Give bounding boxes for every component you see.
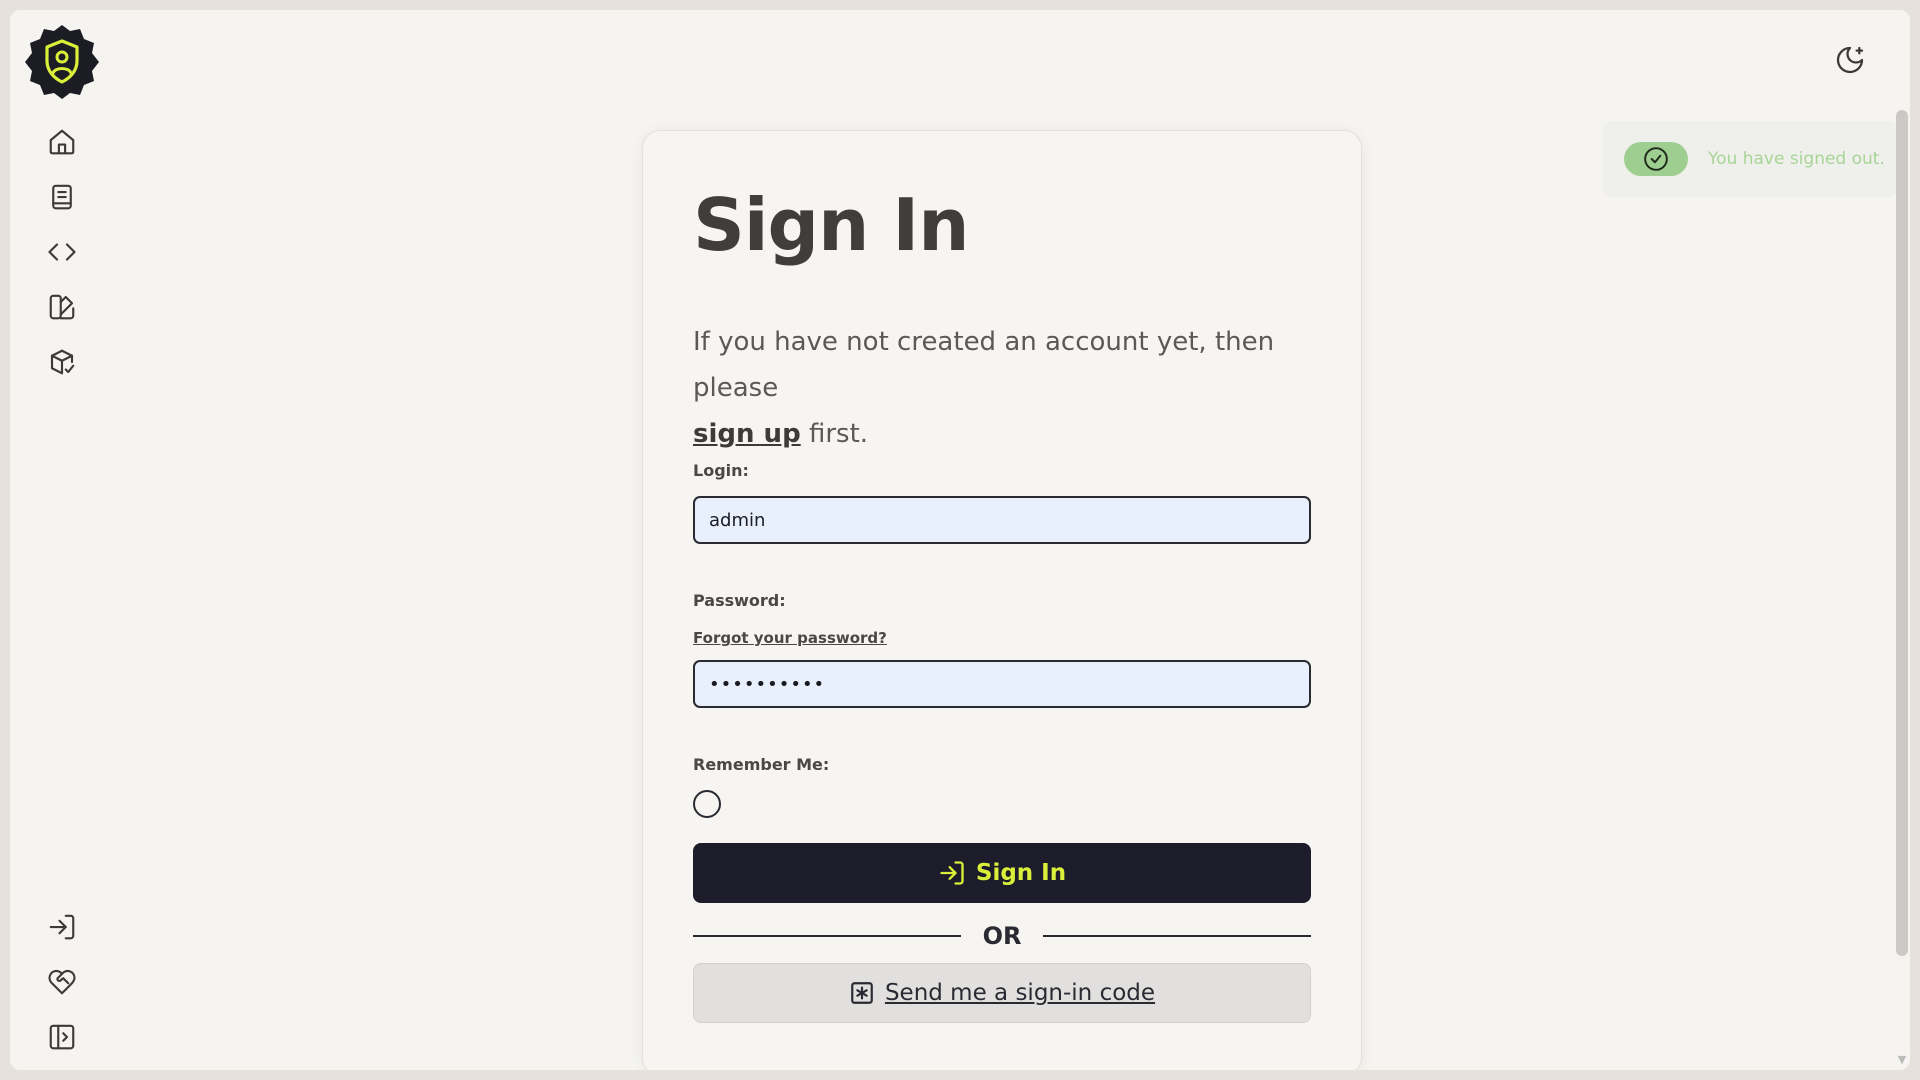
- forgot-password-link[interactable]: Forgot your password?: [693, 629, 1311, 647]
- sign-in-icon: [940, 861, 964, 885]
- send-code-button-label: Send me a sign-in code: [884, 980, 1156, 1006]
- sign-in-icon: [49, 914, 75, 940]
- sidebar-toggle[interactable]: [43, 1018, 81, 1056]
- sidebar-item-design[interactable]: [43, 288, 81, 326]
- scrollbar-thumb[interactable]: [1896, 110, 1908, 956]
- password-input[interactable]: [693, 660, 1311, 708]
- remember-me-checkbox-wrap: [693, 790, 723, 818]
- signup-prompt: If you have not created an account yet, …: [693, 319, 1311, 457]
- app-window: You have signed out. ▼ Sign In If you ha…: [10, 10, 1910, 1070]
- or-divider: OR: [693, 921, 1312, 951]
- signup-prompt-suffix: first.: [800, 419, 869, 449]
- book-icon: [52, 184, 72, 210]
- password-label: Password:: [693, 591, 786, 610]
- toast-status-badge: [1624, 142, 1688, 176]
- sidebar-item-support[interactable]: [43, 963, 81, 1001]
- sign-in-button-label: Sign In: [975, 860, 1067, 886]
- scroll-down-arrow[interactable]: ▼: [1896, 1054, 1908, 1066]
- login-label: Login:: [693, 461, 749, 480]
- moon-star-icon: [1836, 46, 1864, 74]
- login-input[interactable]: [693, 496, 1311, 544]
- sidebar-item-sign-in[interactable]: [43, 908, 81, 946]
- signed-out-toast: You have signed out.: [1602, 121, 1898, 197]
- theme-toggle-button[interactable]: [1830, 40, 1870, 80]
- sidebar-expand-icon: [49, 1024, 75, 1050]
- sidebar-item-packages[interactable]: [43, 343, 81, 381]
- home-icon: [49, 129, 75, 155]
- shield-user-icon: [25, 25, 99, 99]
- sidebar-item-home[interactable]: [43, 123, 81, 161]
- sign-in-button[interactable]: Sign In: [693, 843, 1311, 903]
- signup-prompt-text: If you have not created an account yet, …: [693, 327, 1275, 403]
- sign-in-card: Sign In If you have not created an accou…: [642, 130, 1362, 1070]
- signup-link[interactable]: sign up: [693, 419, 801, 449]
- asterisk-square-icon: [851, 982, 873, 1004]
- remember-me-checkbox[interactable]: [693, 790, 721, 818]
- logo[interactable]: [23, 23, 101, 101]
- send-code-button[interactable]: Send me a sign-in code: [693, 963, 1311, 1023]
- code-icon: [48, 243, 76, 261]
- sidebar-item-docs[interactable]: [43, 178, 81, 216]
- check-circle-icon: [1644, 147, 1668, 171]
- toast-message: You have signed out.: [1708, 149, 1885, 169]
- sidebar-item-code[interactable]: [43, 233, 81, 271]
- page-title: Sign In: [693, 183, 969, 267]
- divider-line-left: [693, 935, 961, 937]
- divider-line-right: [1043, 935, 1312, 937]
- or-text: OR: [982, 922, 1022, 950]
- palette-icon: [49, 294, 75, 320]
- package-check-icon: [50, 349, 75, 375]
- remember-me-label: Remember Me:: [693, 755, 830, 774]
- heart-handshake-icon: [48, 969, 76, 995]
